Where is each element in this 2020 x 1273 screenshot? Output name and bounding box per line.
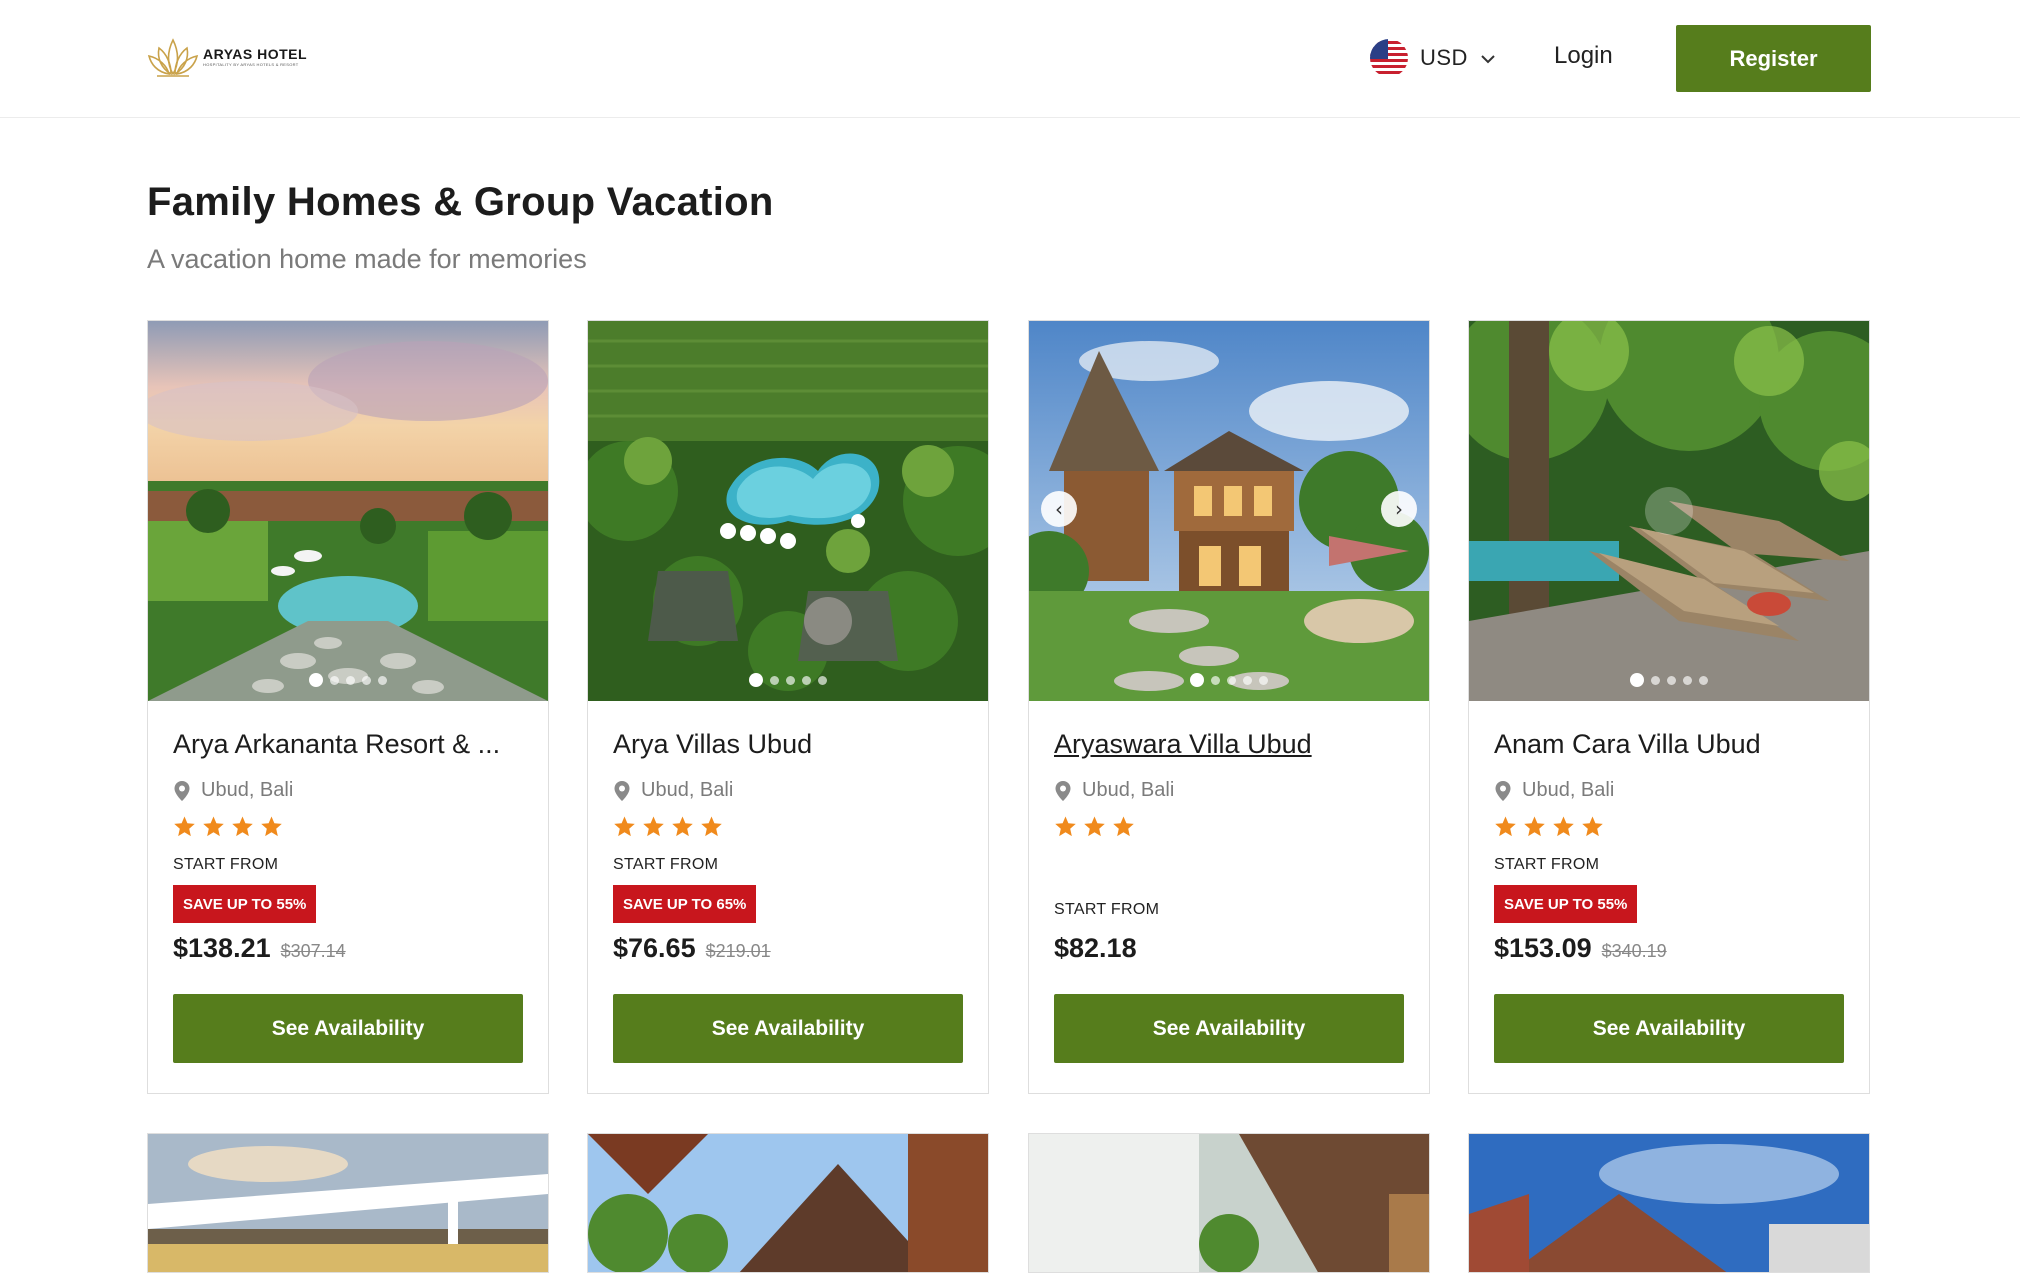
property-card-photo[interactable] [147, 1133, 549, 1273]
star-icon [1582, 816, 1603, 837]
star-rating [173, 815, 283, 838]
brand-name: ARYAS HOTEL [203, 45, 308, 62]
location-text: Ubud, Bali [201, 779, 294, 801]
us-flag-icon [1370, 39, 1408, 77]
discount-badge: SAVE UP TO 65% [613, 885, 757, 923]
site-header: ARYAS HOTEL HOSPITALITY BY ARYAS HOTELS … [0, 0, 2020, 118]
property-name[interactable]: Aryaswara Villa Ubud [1054, 729, 1409, 760]
price-row: $138.21 $307.14 [173, 933, 346, 964]
discount-badge: SAVE UP TO 55% [173, 885, 317, 923]
carousel-dots[interactable] [588, 673, 988, 687]
start-from-label: START FROM [613, 856, 719, 873]
location-text: Ubud, Bali [1082, 779, 1175, 801]
star-rating [1054, 815, 1135, 838]
section-subtitle: A vacation home made for memories [147, 244, 587, 274]
property-name[interactable]: Arya Arkananta Resort & ... [173, 729, 528, 760]
star-icon [203, 816, 224, 837]
brand-tagline: HOSPITALITY BY ARYAS HOTELS & RESORT [203, 61, 299, 67]
currency-label: USD [1420, 45, 1468, 70]
property-location: Ubud, Bali [1494, 779, 1614, 802]
star-icon [1553, 816, 1574, 837]
map-pin-icon [174, 780, 190, 801]
star-icon [261, 816, 282, 837]
see-availability-button[interactable]: See Availability [613, 994, 963, 1063]
carousel-dots[interactable] [148, 673, 548, 687]
property-photo[interactable] [588, 321, 988, 701]
location-text: Ubud, Bali [1522, 779, 1615, 801]
current-price: $138.21 [173, 933, 271, 963]
property-name[interactable]: Anam Cara Villa Ubud [1494, 729, 1849, 760]
section-title: Family Homes & Group Vacation [147, 180, 774, 224]
star-rating [613, 815, 723, 838]
chevron-right-icon[interactable]: › [1381, 491, 1417, 527]
property-name[interactable]: Arya Villas Ubud [613, 729, 968, 760]
star-icon [1084, 816, 1105, 837]
property-card[interactable]: ‹ › Aryaswara Villa Ubud Ubud, Bali STAR… [1028, 320, 1430, 1094]
property-photo[interactable]: ‹ › [1029, 321, 1429, 701]
chevron-down-icon [1480, 48, 1496, 69]
discount-badge: SAVE UP TO 55% [1494, 885, 1638, 923]
original-price: $340.19 [1601, 941, 1667, 961]
lotus-logo-icon [147, 38, 199, 77]
start-from-label: START FROM [1054, 901, 1160, 918]
carousel-dots[interactable] [1029, 673, 1429, 687]
property-card-photo[interactable] [1028, 1133, 1430, 1273]
current-price: $82.18 [1054, 933, 1137, 963]
property-location: Ubud, Bali [613, 779, 733, 802]
property-card[interactable]: Arya Villas Ubud Ubud, Bali START FROM S… [587, 320, 989, 1094]
property-photo[interactable] [148, 321, 548, 701]
star-icon [232, 816, 253, 837]
price-row: $153.09 $340.19 [1494, 933, 1667, 964]
map-pin-icon [1495, 780, 1511, 801]
register-button[interactable]: Register [1676, 25, 1871, 92]
property-card[interactable]: Arya Arkananta Resort & ... Ubud, Bali S… [147, 320, 549, 1094]
price-row: $76.65 $219.01 [613, 933, 771, 964]
property-card-photo[interactable] [587, 1133, 989, 1273]
price-row: $82.18 [1054, 933, 1137, 964]
star-icon [1055, 816, 1076, 837]
star-icon [1524, 816, 1545, 837]
property-location: Ubud, Bali [1054, 779, 1174, 802]
star-icon [614, 816, 635, 837]
star-icon [1495, 816, 1516, 837]
carousel-dots[interactable] [1469, 673, 1869, 687]
see-availability-button[interactable]: See Availability [1054, 994, 1404, 1063]
star-icon [1113, 816, 1134, 837]
current-price: $153.09 [1494, 933, 1592, 963]
login-link[interactable]: Login [1554, 42, 1613, 70]
see-availability-button[interactable]: See Availability [1494, 994, 1844, 1063]
map-pin-icon [1055, 780, 1071, 801]
location-text: Ubud, Bali [641, 779, 734, 801]
start-from-label: START FROM [1494, 856, 1600, 873]
current-price: $76.65 [613, 933, 696, 963]
star-rating [1494, 815, 1604, 838]
property-card[interactable]: Anam Cara Villa Ubud Ubud, Bali START FR… [1468, 320, 1870, 1094]
property-card-photo[interactable] [1468, 1133, 1870, 1273]
map-pin-icon [614, 780, 630, 801]
original-price: $219.01 [705, 941, 771, 961]
currency-selector[interactable]: USD [1370, 38, 1496, 78]
brand-logo[interactable]: ARYAS HOTEL HOSPITALITY BY ARYAS HOTELS … [147, 34, 307, 78]
original-price: $307.14 [280, 941, 346, 961]
property-location: Ubud, Bali [173, 779, 293, 802]
star-icon [174, 816, 195, 837]
chevron-left-icon[interactable]: ‹ [1041, 491, 1077, 527]
star-icon [643, 816, 664, 837]
start-from-label: START FROM [173, 856, 279, 873]
star-icon [672, 816, 693, 837]
see-availability-button[interactable]: See Availability [173, 994, 523, 1063]
star-icon [701, 816, 722, 837]
property-photo[interactable] [1469, 321, 1869, 701]
